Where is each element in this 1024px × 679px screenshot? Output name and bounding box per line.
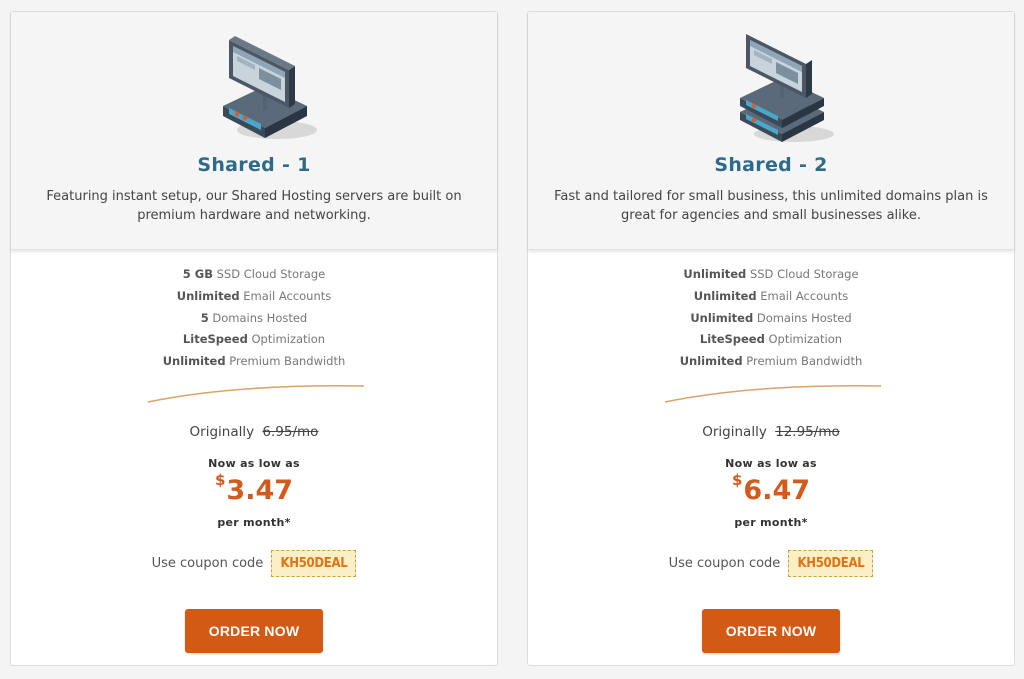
original-price-line: Originally 6.95/mo [11, 424, 497, 440]
divider-swoosh [664, 385, 882, 403]
plan-card-shared-1: Shared - 1 Featuring instant setup, our … [10, 11, 498, 666]
feature-item: Unlimited SSD Cloud Storage [528, 264, 1014, 286]
divider-swoosh [147, 385, 365, 403]
pricing-page: Shared - 1 Featuring instant setup, our … [0, 0, 1024, 679]
feature-item: Unlimited Email Accounts [528, 286, 1014, 308]
feature-label: Optimization [247, 332, 326, 347]
feature-item: Unlimited Premium Bandwidth [528, 351, 1014, 373]
feature-value: Unlimited [176, 288, 240, 303]
now-as-low-as-label: Now as low as [725, 457, 817, 470]
original-price-line: Originally 12.95/mo [528, 424, 1014, 440]
plan-description: Fast and tailored for small business, th… [554, 189, 988, 223]
plan-header: Shared - 1 Featuring instant setup, our … [11, 12, 497, 250]
coupon-code[interactable]: KH50DEAL [788, 550, 874, 577]
now-as-low-as-label: Now as low as [208, 457, 300, 470]
feature-value: Unlimited [693, 288, 757, 303]
feature-item: LiteSpeed Optimization [528, 329, 1014, 351]
plan-title: Shared - 1 [197, 154, 311, 176]
feature-value: Unlimited [162, 354, 226, 369]
feature-label: Domains Hosted [753, 310, 852, 325]
plan-header: Shared - 2 Fast and tailored for small b… [528, 12, 1014, 250]
coupon-line: Use coupon code KH50DEAL [11, 550, 497, 577]
order-now-button[interactable]: ORDER NOW [185, 609, 323, 653]
feature-label: SSD Cloud Storage [746, 267, 859, 281]
coupon-code[interactable]: KH50DEAL [271, 550, 357, 577]
coupon-label: Use coupon code [151, 556, 264, 571]
feature-value: Unlimited [690, 310, 754, 325]
coupon-label: Use coupon code [668, 556, 781, 571]
feature-item: Unlimited Email Accounts [11, 286, 497, 308]
feature-value: 5 [200, 310, 209, 325]
originally-label: Originally [702, 424, 767, 440]
originally-label: Originally [189, 424, 255, 440]
feature-item: 5 Domains Hosted [11, 308, 497, 330]
feature-value: Unlimited [683, 267, 747, 281]
feature-value: LiteSpeed [699, 332, 765, 347]
currency-symbol: $ [214, 471, 226, 489]
feature-list: Unlimited SSD Cloud Storage Unlimited Em… [528, 264, 1014, 373]
feature-label: Domains Hosted [208, 310, 308, 325]
feature-value: LiteSpeed [182, 332, 248, 347]
feature-item: 5 GB SSD Cloud Storage [11, 264, 497, 286]
feature-list: 5 GB SSD Cloud Storage Unlimited Email A… [11, 264, 497, 373]
feature-label: Premium Bandwidth [742, 354, 863, 369]
order-now-button[interactable]: ORDER NOW [702, 609, 840, 653]
per-month-label: per month* [734, 516, 808, 529]
plan-description: Featuring instant setup, our Shared Host… [46, 189, 462, 223]
price-amount: 6.47 [743, 475, 811, 506]
feature-value: 5 GB [182, 267, 213, 281]
feature-label: Email Accounts [239, 288, 332, 303]
per-month-label: per month* [217, 516, 291, 529]
server-monitor-icon [223, 36, 317, 139]
feature-label: Email Accounts [756, 288, 849, 303]
currency-symbol: $ [731, 471, 743, 489]
plan-card-shared-2: Shared - 2 Fast and tailored for small b… [527, 11, 1015, 666]
feature-label: SSD Cloud Storage [212, 267, 326, 281]
original-price: 6.95/mo [262, 424, 319, 440]
sale-price: $3.47 [11, 471, 497, 506]
sale-price: $6.47 [528, 471, 1014, 506]
original-price: 12.95/mo [775, 424, 840, 440]
price-amount: 3.47 [226, 475, 294, 506]
feature-item: LiteSpeed Optimization [11, 329, 497, 351]
feature-value: Unlimited [679, 354, 743, 369]
feature-label: Optimization [764, 332, 843, 347]
feature-item: Unlimited Domains Hosted [528, 308, 1014, 330]
feature-item: Unlimited Premium Bandwidth [11, 351, 497, 373]
coupon-line: Use coupon code KH50DEAL [528, 550, 1014, 577]
plan-title: Shared - 2 [714, 154, 828, 176]
server-stack-monitor-icon [740, 34, 834, 142]
feature-label: Premium Bandwidth [225, 354, 346, 369]
